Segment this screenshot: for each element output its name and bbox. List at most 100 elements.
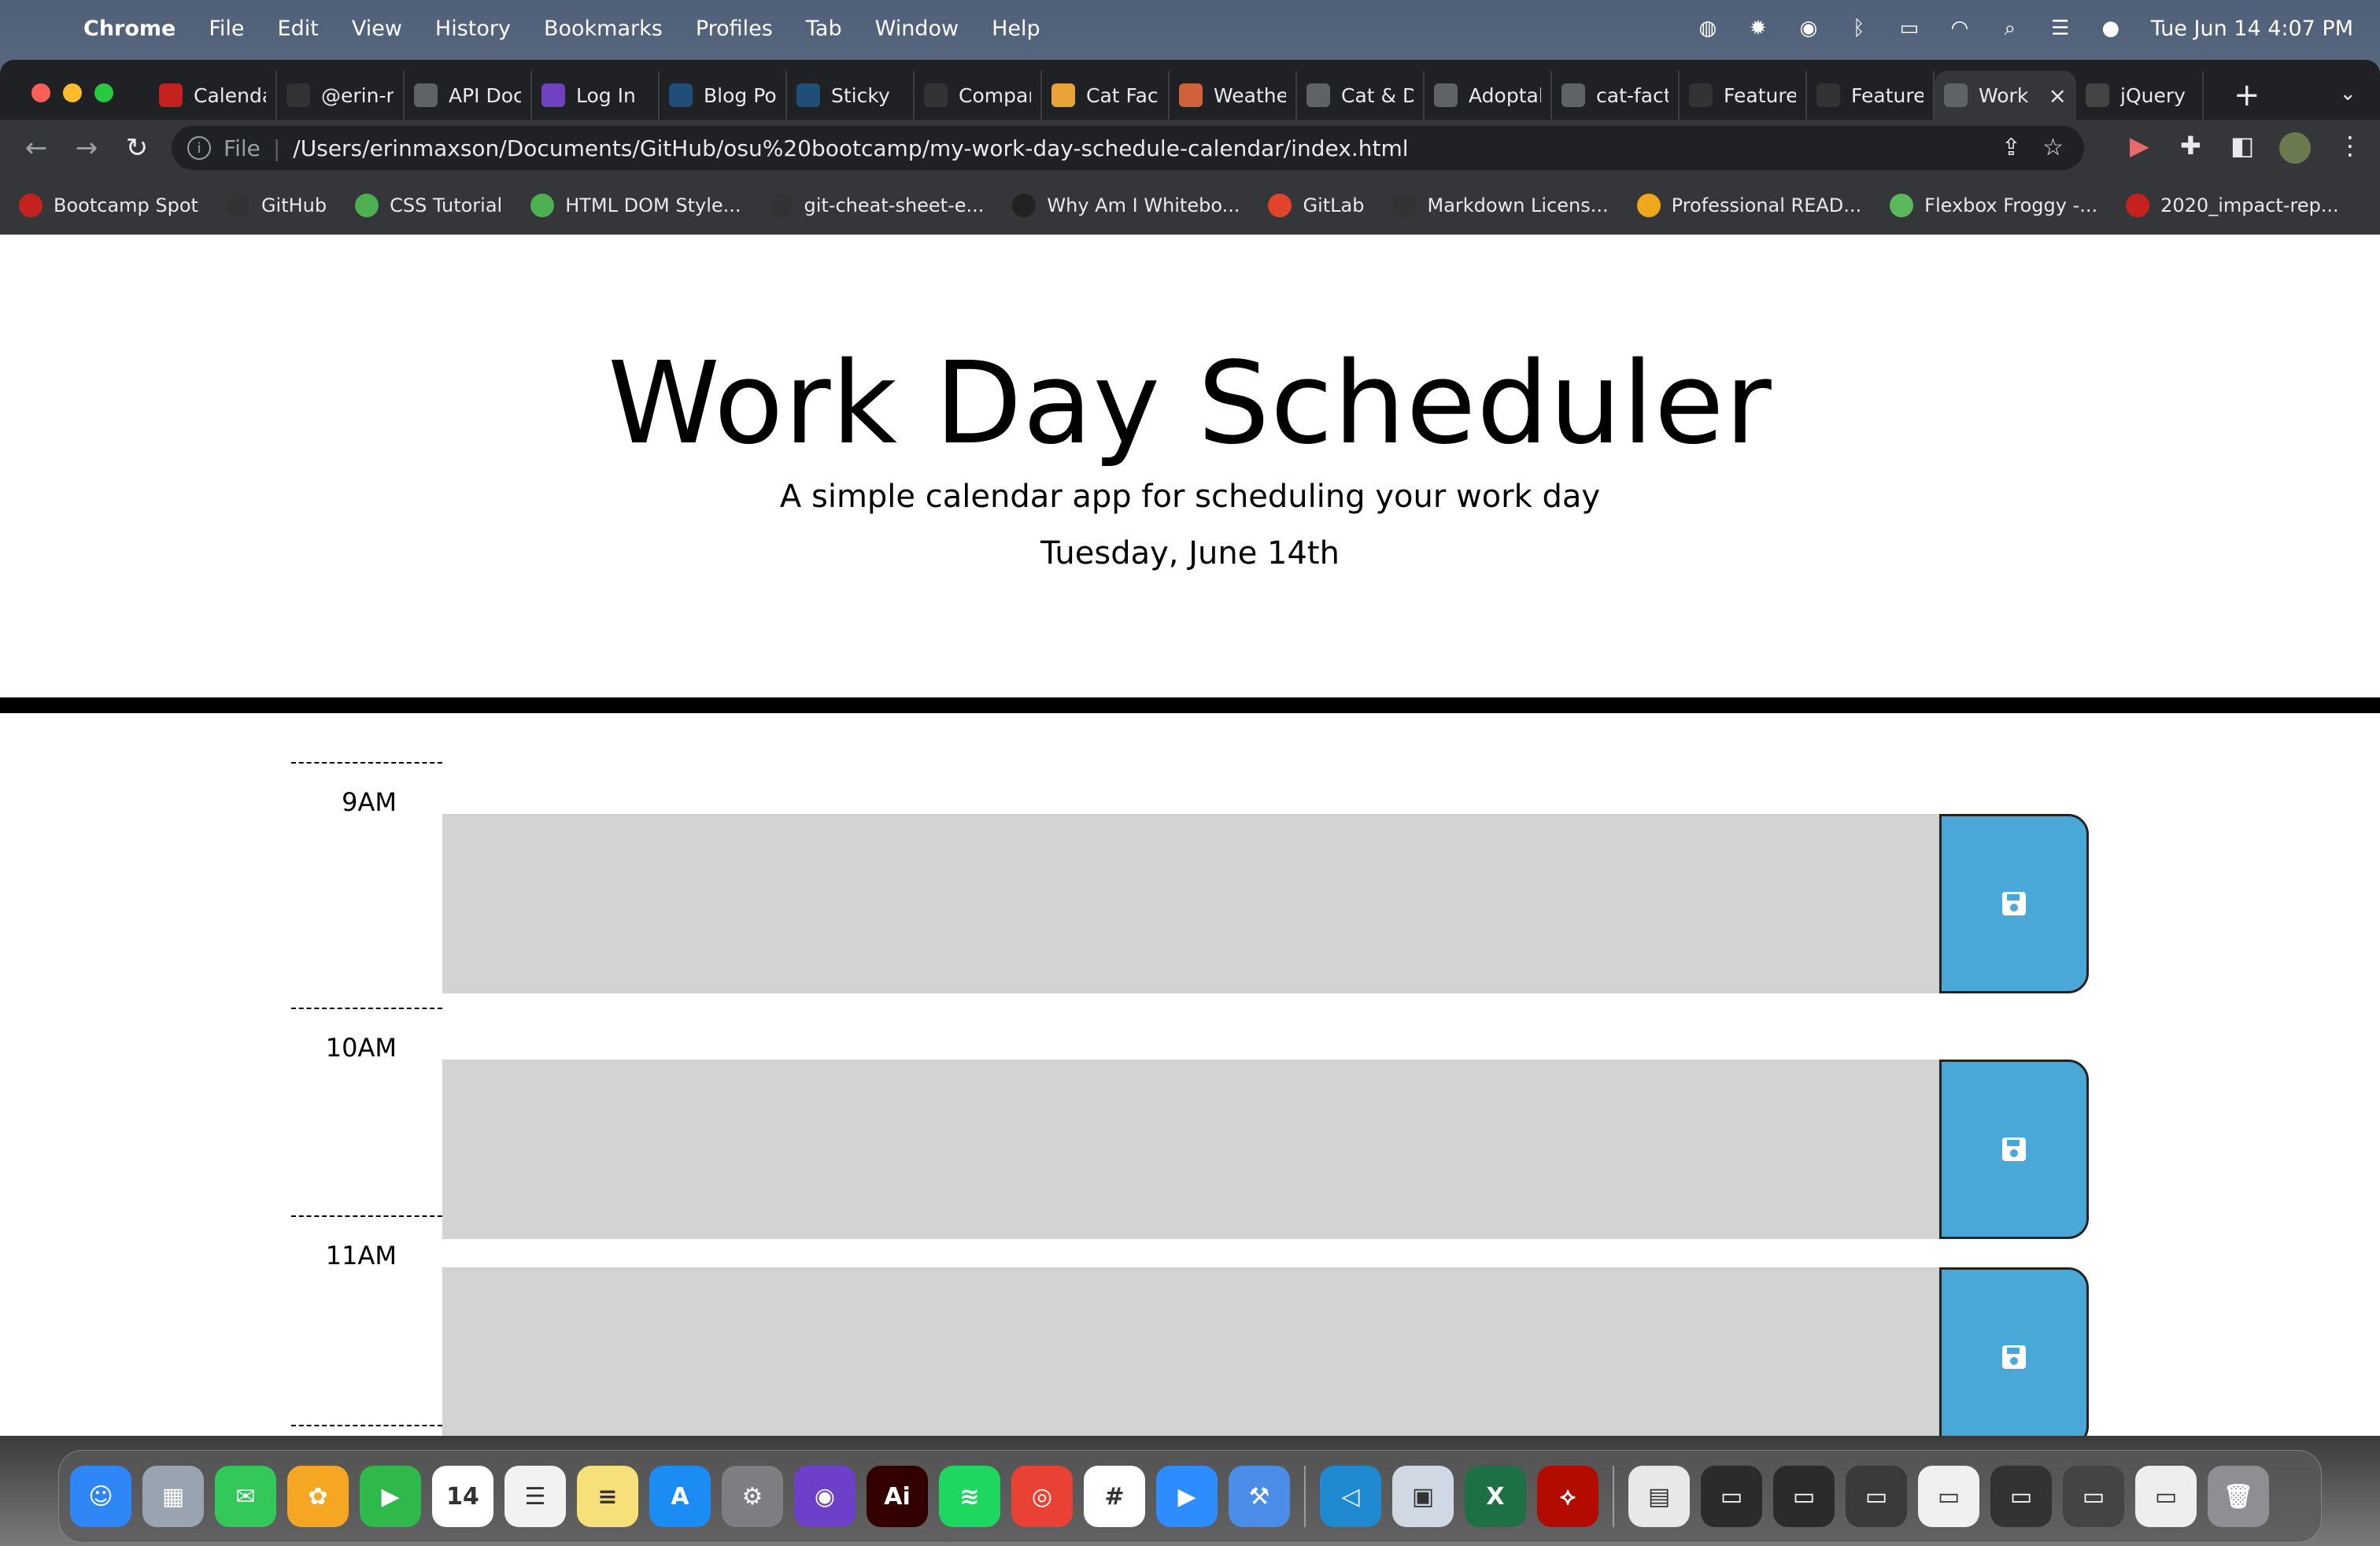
launchpad-icon[interactable]: ▦ <box>142 1466 204 1527</box>
finder-icon[interactable]: ☺ <box>70 1466 131 1527</box>
window-thumb-icon[interactable]: ▭ <box>2063 1466 2124 1527</box>
reminders-icon[interactable]: ☰ <box>504 1466 566 1527</box>
forward-arrow-icon[interactable]: → <box>61 132 112 164</box>
bookmark-item[interactable]: Markdown Licens... <box>1392 194 1609 217</box>
close-window-button[interactable] <box>31 83 50 102</box>
bookmark-item[interactable]: GitLab <box>1268 194 1364 217</box>
system-preferences-icon[interactable]: ⚙ <box>722 1466 783 1527</box>
excel-icon[interactable]: X <box>1465 1466 1526 1527</box>
back-arrow-icon[interactable]: ← <box>11 132 61 164</box>
share-icon[interactable]: ⇪ <box>2001 134 2021 161</box>
browser-tab[interactable]: cat-facts <box>1552 71 1680 120</box>
acrobat-icon[interactable]: ⟡ <box>1537 1466 1598 1527</box>
window-thumb-icon[interactable]: ▭ <box>2135 1466 2197 1527</box>
xcode-icon[interactable]: ⚒ <box>1229 1466 1290 1527</box>
browser-tab[interactable]: @erin-maxson <box>277 71 405 120</box>
site-info-icon[interactable]: i <box>187 136 211 160</box>
event-description-input[interactable] <box>442 1060 1939 1239</box>
new-tab-icon[interactable]: + <box>2234 77 2260 113</box>
browser-tab[interactable]: Feature <box>1807 71 1935 120</box>
github-desktop-icon[interactable]: ◉ <box>794 1466 856 1527</box>
address-bar[interactable]: i File | /Users/erinmaxson/Documents/Git… <box>172 126 2084 170</box>
browser-tab[interactable]: jQuery <box>2076 71 2204 120</box>
close-tab-icon[interactable]: × <box>2049 83 2067 109</box>
menu-window[interactable]: Window <box>875 17 959 41</box>
browser-tab[interactable]: Sticky <box>787 71 915 120</box>
bookmark-item[interactable]: Flexbox Froggy -... <box>1890 194 2097 217</box>
vscode-icon[interactable]: ◁ <box>1320 1466 1381 1527</box>
browser-tab[interactable]: Calendar <box>150 71 277 120</box>
menu-bar-clock[interactable]: Tue Jun 14 4:07 PM <box>2151 17 2353 41</box>
save-button[interactable] <box>1939 814 2089 993</box>
browser-tab[interactable]: Compare <box>915 71 1042 120</box>
zoom-window-button[interactable] <box>94 83 113 102</box>
browser-tab[interactable]: Cat Facts <box>1042 71 1170 120</box>
menu-history[interactable]: History <box>435 17 511 41</box>
menu-edit[interactable]: Edit <box>278 17 319 41</box>
bookmark-item[interactable]: CSS Tutorial <box>355 194 502 217</box>
chrome-menu-icon[interactable]: ⋮ <box>2338 131 2363 161</box>
browser-tab[interactable]: API Docs <box>405 71 532 120</box>
chrome-icon[interactable]: ◎ <box>1011 1466 1073 1527</box>
window-thumb-icon[interactable]: ▭ <box>1990 1466 2052 1527</box>
slack-icon[interactable]: # <box>1084 1466 1145 1527</box>
bookmark-item[interactable]: git-cheat-sheet-e... <box>769 194 984 217</box>
screen-record-icon[interactable]: ◍ <box>1694 15 1721 42</box>
browser-tab[interactable]: Feature <box>1680 71 1807 120</box>
extensions-puzzle-icon[interactable]: ✚ <box>2180 131 2201 161</box>
tab-search-icon[interactable]: ⌄ <box>2339 82 2356 105</box>
extension-record-icon[interactable]: ▶ <box>2130 131 2149 161</box>
illustrator-icon[interactable]: Ai <box>867 1466 928 1527</box>
bluetooth-icon[interactable]: ᛒ <box>1846 15 1872 42</box>
control-center-icon[interactable]: ☰ <box>2047 15 2074 42</box>
window-thumb-icon[interactable]: ▭ <box>1918 1466 1979 1527</box>
photos-icon[interactable]: ✿ <box>287 1466 349 1527</box>
menu-tab[interactable]: Tab <box>806 17 842 41</box>
bookmark-item[interactable]: Why Am I Whitebo... <box>1012 194 1240 217</box>
spotify-icon[interactable]: ≋ <box>939 1466 1000 1527</box>
menu-profiles[interactable]: Profiles <box>696 17 773 41</box>
profile-avatar[interactable] <box>2279 132 2311 164</box>
app-store-icon[interactable]: A <box>649 1466 711 1527</box>
bookmark-item[interactable]: GitHub <box>226 194 327 217</box>
bookmark-item[interactable]: Professional READ... <box>1636 194 1861 217</box>
zoom-icon[interactable]: ▶ <box>1156 1466 1218 1527</box>
notes-icon[interactable]: ≡ <box>577 1466 638 1527</box>
window-thumb-icon[interactable]: ▭ <box>1773 1466 1835 1527</box>
menu-bookmarks[interactable]: Bookmarks <box>544 17 663 41</box>
address-url[interactable]: /Users/erinmaxson/Documents/GitHub/osu%2… <box>293 135 1408 161</box>
battery-icon[interactable]: ▭ <box>1896 15 1923 42</box>
window-thumb-icon[interactable]: ▭ <box>1846 1466 1907 1527</box>
window-thumb-icon[interactable]: ▭ <box>1701 1466 1762 1527</box>
wifi-icon[interactable]: ◠ <box>1946 15 1973 42</box>
save-button[interactable] <box>1939 1267 2089 1436</box>
bookmark-star-icon[interactable]: ☆ <box>2042 134 2064 161</box>
minimize-window-button[interactable] <box>63 83 82 102</box>
menu-file[interactable]: File <box>209 17 244 41</box>
bookmark-item[interactable]: HTML DOM Style... <box>530 194 741 217</box>
browser-tab[interactable]: Log In <box>532 71 660 120</box>
zip-file-icon[interactable]: ▤ <box>1628 1466 1690 1527</box>
preview-icon[interactable]: ▣ <box>1392 1466 1454 1527</box>
calendar-icon[interactable]: 14 <box>432 1466 493 1527</box>
browser-tab[interactable]: Cat & Dog <box>1297 71 1425 120</box>
browser-tab[interactable]: Weather <box>1170 71 1297 120</box>
menu-help[interactable]: Help <box>992 17 1040 41</box>
brightness-icon[interactable]: ✹ <box>1745 15 1772 42</box>
browser-tab[interactable]: Adoptable <box>1425 71 1552 120</box>
event-description-input[interactable] <box>442 1267 1939 1436</box>
spotlight-search-icon[interactable]: ⌕ <box>1997 15 2023 42</box>
browser-tab[interactable]: Blog Posts <box>660 71 787 120</box>
menu-app-name[interactable]: Chrome <box>83 17 176 41</box>
facetime-icon[interactable]: ▶ <box>360 1466 421 1527</box>
side-panel-icon[interactable]: ◧ <box>2230 131 2254 161</box>
messages-icon[interactable]: ✉ <box>215 1466 276 1527</box>
event-description-input[interactable] <box>442 814 1939 993</box>
browser-tab[interactable]: Work Day × <box>1935 71 2076 120</box>
bookmark-item[interactable]: 2020_impact-rep... <box>2126 194 2339 217</box>
menu-view[interactable]: View <box>352 17 402 41</box>
save-button[interactable] <box>1939 1060 2089 1239</box>
airdrop-icon[interactable]: ◉ <box>1795 15 1822 42</box>
siri-icon[interactable]: ● <box>2097 15 2124 42</box>
reload-icon[interactable]: ↻ <box>112 132 162 164</box>
